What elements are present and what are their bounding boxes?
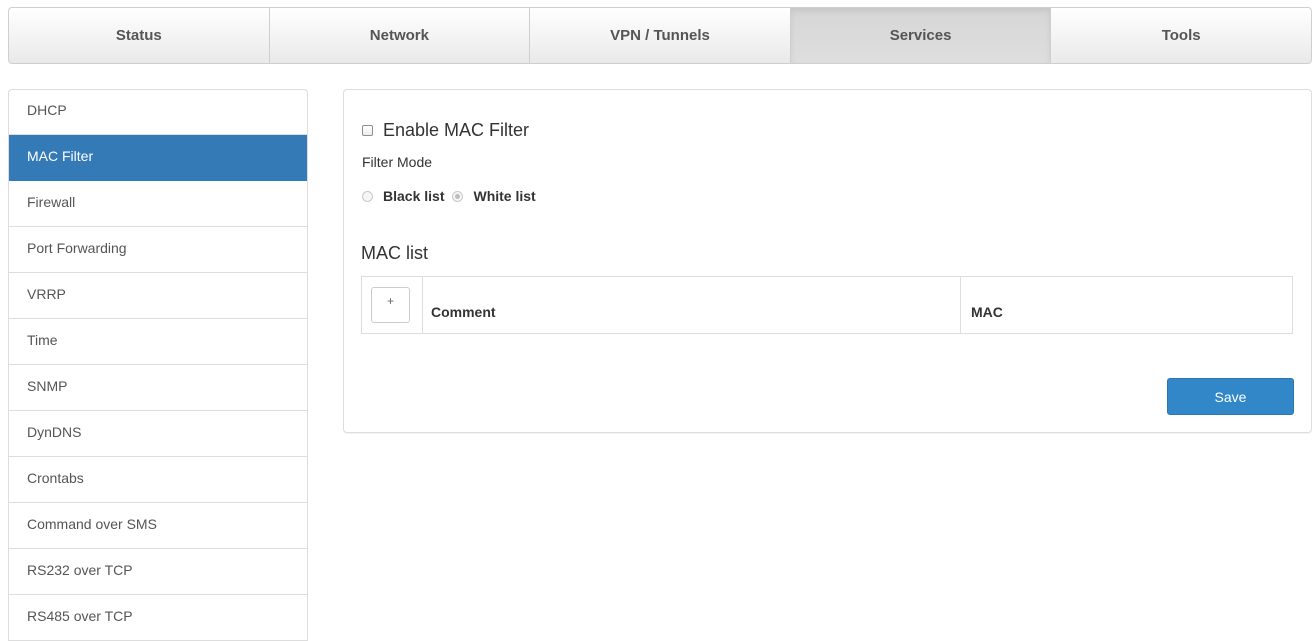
tab-vpn-tunnels[interactable]: VPN / Tunnels <box>530 8 791 63</box>
sidebar-item-command-over-sms[interactable]: Command over SMS <box>9 503 307 549</box>
top-navigation: Status Network VPN / Tunnels Services To… <box>8 7 1312 64</box>
enable-mac-filter-row: Enable MAC Filter <box>362 120 529 141</box>
sidebar-item-vrrp[interactable]: VRRP <box>9 273 307 319</box>
sidebar-item-time[interactable]: Time <box>9 319 307 365</box>
tab-status[interactable]: Status <box>9 8 270 63</box>
tab-tools[interactable]: Tools <box>1051 8 1311 63</box>
column-header-comment: Comment <box>423 277 961 333</box>
tab-network[interactable]: Network <box>270 8 531 63</box>
sidebar-item-rs485-over-tcp[interactable]: RS485 over TCP <box>9 595 307 641</box>
save-button[interactable]: Save <box>1167 378 1294 415</box>
table-add-cell: + <box>362 277 423 333</box>
sidebar-item-crontabs[interactable]: Crontabs <box>9 457 307 503</box>
enable-mac-filter-label: Enable MAC Filter <box>383 120 530 140</box>
sidebar-item-port-forwarding[interactable]: Port Forwarding <box>9 227 307 273</box>
sidebar-item-rs232-over-tcp[interactable]: RS232 over TCP <box>9 549 307 595</box>
sidebar: DHCP MAC Filter Firewall Port Forwarding… <box>8 89 308 641</box>
add-mac-button[interactable]: + <box>371 287 410 323</box>
enable-mac-filter-checkbox[interactable] <box>362 125 373 136</box>
black-list-radio[interactable] <box>362 190 373 202</box>
black-list-label: Black list <box>383 188 445 204</box>
sidebar-item-dhcp[interactable]: DHCP <box>9 90 307 135</box>
sidebar-item-mac-filter[interactable]: MAC Filter <box>9 135 307 181</box>
white-list-label: White list <box>473 188 536 204</box>
sidebar-item-snmp[interactable]: SNMP <box>9 365 307 411</box>
mac-filter-panel: Enable MAC Filter Filter Mode Black list… <box>343 89 1312 433</box>
sidebar-item-firewall[interactable]: Firewall <box>9 181 307 227</box>
filter-mode-radio-group: Black list White list <box>362 188 544 204</box>
sidebar-item-dyndns[interactable]: DynDNS <box>9 411 307 457</box>
white-list-radio[interactable] <box>452 190 464 202</box>
mac-list-table: + Comment MAC <box>361 276 1293 334</box>
filter-mode-label: Filter Mode <box>362 154 433 170</box>
column-header-mac: MAC <box>971 304 1003 320</box>
tab-services[interactable]: Services <box>790 8 1052 63</box>
mac-list-title: MAC list <box>361 243 428 263</box>
